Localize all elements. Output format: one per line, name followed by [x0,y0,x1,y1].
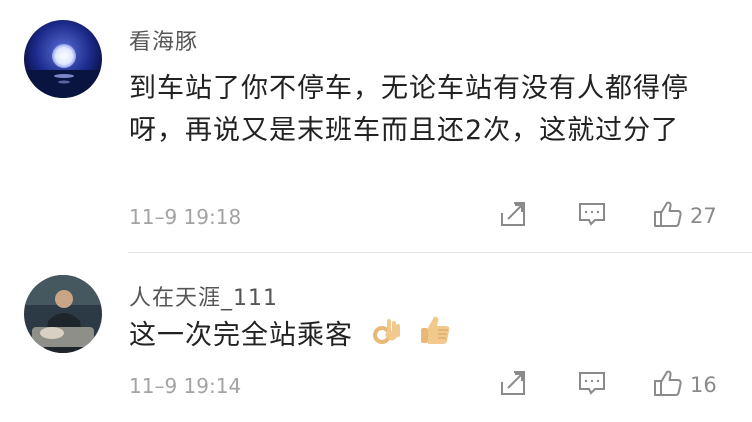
thumbs-up-icon [652,367,684,403]
like-count: 27 [690,204,717,228]
like-button[interactable]: 16 [652,368,717,402]
comment-icon [577,199,607,233]
share-button[interactable] [498,368,528,402]
reply-button[interactable] [577,199,607,233]
thumbs-up-icon [652,198,684,234]
comment-text-content: 这一次完全站乘客 [129,320,353,351]
comment-icon [577,368,607,402]
comment-item: 人在天涯_111 这一次完全站乘客 11–9 19:14 16 [0,253,752,422]
comment-item: 看海豚 到车站了你不停车，无论车站有没有人都得停呀，再说又是末班车而且还2次，这… [0,0,752,253]
share-icon [498,199,528,233]
username[interactable]: 人在天涯_111 [129,280,278,312]
reply-button[interactable] [577,368,607,402]
comment-text: 这一次完全站乘客 [129,313,719,360]
like-count: 16 [690,373,717,397]
avatar[interactable] [24,275,102,353]
timestamp: 11–9 19:18 [129,205,242,229]
like-button[interactable]: 27 [652,199,717,233]
timestamp: 11–9 19:14 [129,374,242,398]
avatar[interactable] [24,20,102,98]
ok-hand-emoji [369,313,403,360]
username[interactable]: 看海豚 [129,24,198,56]
thumbs-up-emoji [418,313,452,360]
comment-text: 到车站了你不停车，无论车站有没有人都得停呀，再说又是末班车而且还2次，这就过分了 [129,73,689,146]
share-icon [498,368,528,402]
share-button[interactable] [498,199,528,233]
